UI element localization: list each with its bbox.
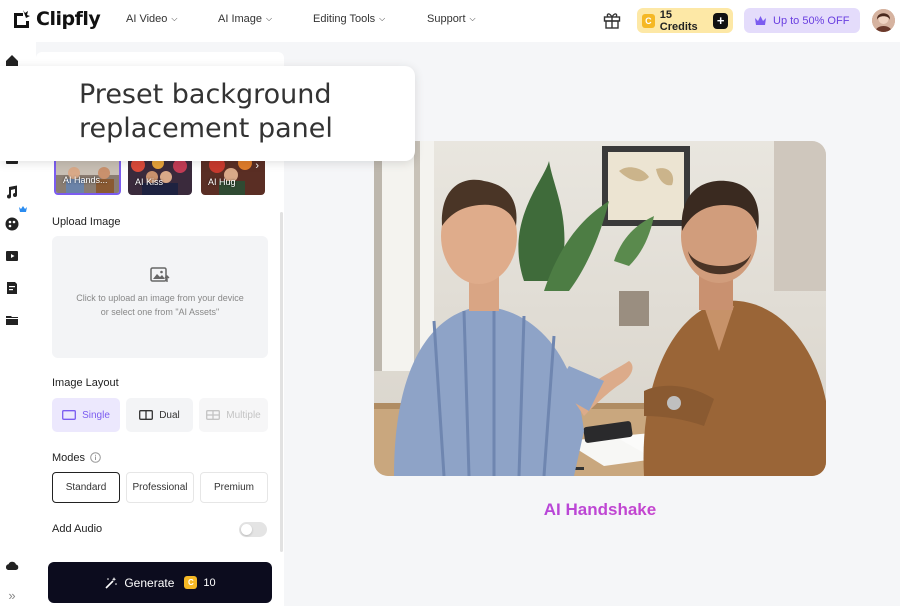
preview-image	[374, 141, 826, 476]
coin-icon: C	[184, 576, 198, 589]
mode-premium-button[interactable]: Premium	[200, 472, 268, 503]
nav-editing-tools-label: Editing Tools	[313, 13, 376, 25]
chevron-down-icon: ⌵	[469, 14, 476, 23]
chevron-right-icon[interactable]: ›	[255, 160, 259, 172]
nav-ai-video[interactable]: AI Video ⌵	[126, 13, 177, 25]
crown-icon	[755, 16, 766, 25]
image-layout-heading: Image Layout	[52, 377, 119, 389]
info-icon[interactable]	[90, 452, 101, 463]
callout-text: Preset background replacement panel	[79, 79, 333, 144]
nav-editing-tools[interactable]: Editing Tools ⌵	[313, 13, 385, 25]
magic-wand-icon	[105, 576, 118, 589]
preset-ai-handshake[interactable]: AI Hands...	[54, 157, 121, 195]
user-avatar[interactable]	[872, 9, 895, 32]
preset-label: AI Hands...	[63, 175, 108, 185]
handshake-scene	[374, 141, 826, 476]
annotation-callout: Preset background replacement panel	[0, 66, 415, 161]
single-layout-icon	[62, 410, 77, 420]
nav-ai-image[interactable]: AI Image ⌵	[218, 13, 272, 25]
palette-icon[interactable]	[4, 216, 20, 232]
mode-standard-label: Standard	[65, 482, 107, 493]
nav-ai-image-label: AI Image	[218, 13, 263, 25]
video-icon[interactable]	[4, 248, 20, 264]
preset-thumbnail	[128, 157, 192, 195]
generate-button[interactable]: Generate C 10	[48, 562, 272, 603]
upload-instructions: Click to upload an image from your devic…	[76, 293, 244, 317]
clipfly-logo[interactable]: Clipfly	[10, 8, 101, 30]
promo-button[interactable]: Up to 50% OFF	[744, 8, 860, 33]
chevron-down-icon: ⌵	[171, 14, 178, 23]
layout-multiple-button[interactable]: Multiple	[199, 398, 268, 432]
layout-dual-label: Dual	[159, 409, 180, 421]
preset-ai-kiss[interactable]: AI Kiss	[128, 157, 192, 195]
credits-label: 15 Credits	[659, 8, 698, 33]
preset-ai-hug[interactable]: AI Hug ›	[201, 157, 265, 195]
mode-premium-label: Premium	[213, 482, 254, 493]
multiple-layout-icon	[206, 410, 221, 420]
dual-layout-icon	[139, 410, 154, 420]
credits-badge[interactable]: C 15 Credits +	[637, 8, 733, 33]
generate-cost: 10	[203, 576, 216, 589]
nav-ai-video-label: AI Video	[126, 13, 168, 25]
top-navigation: Clipfly AI Video ⌵ AI Image ⌵ Editing To…	[0, 0, 900, 42]
preview-title: AI Handshake	[374, 500, 826, 520]
layout-single-button[interactable]: Single	[52, 398, 120, 432]
add-audio-label: Add Audio	[52, 523, 103, 535]
chevron-down-icon: ⌵	[266, 14, 273, 23]
preset-label: AI Kiss	[135, 177, 164, 187]
gift-icon[interactable]	[602, 10, 622, 30]
avatar-image	[872, 9, 895, 32]
panel-scrollbar[interactable]	[280, 212, 283, 552]
cloud-icon[interactable]	[4, 558, 20, 574]
expand-icon[interactable]: »	[4, 588, 20, 604]
document-icon[interactable]	[4, 280, 20, 296]
generate-label: Generate	[124, 575, 175, 590]
music-icon[interactable]	[4, 184, 20, 200]
add-credits-button[interactable]: +	[713, 12, 728, 29]
mode-standard-button[interactable]: Standard	[52, 472, 120, 503]
image-upload-icon	[150, 267, 170, 282]
folder-icon[interactable]	[4, 312, 20, 328]
preset-label: AI Hug	[208, 177, 236, 187]
clipfly-logo-icon	[14, 10, 30, 28]
crown-badge-icon	[19, 206, 27, 212]
layout-multiple-label: Multiple	[226, 409, 261, 421]
layout-single-label: Single	[82, 409, 110, 421]
brand-name: Clipfly	[36, 8, 101, 30]
add-audio-toggle[interactable]	[239, 522, 267, 537]
mode-professional-label: Professional	[132, 482, 188, 493]
nav-support-label: Support	[427, 13, 466, 25]
upload-dropzone[interactable]: Click to upload an image from your devic…	[52, 236, 268, 358]
modes-heading: Modes	[52, 452, 86, 464]
coin-icon: C	[642, 13, 655, 28]
upload-image-heading: Upload Image	[52, 216, 121, 228]
promo-label: Up to 50% OFF	[773, 14, 850, 27]
nav-support[interactable]: Support ⌵	[427, 13, 476, 25]
layout-dual-button[interactable]: Dual	[126, 398, 193, 432]
chevron-down-icon: ⌵	[379, 14, 386, 23]
mode-professional-button[interactable]: Professional	[126, 472, 194, 503]
